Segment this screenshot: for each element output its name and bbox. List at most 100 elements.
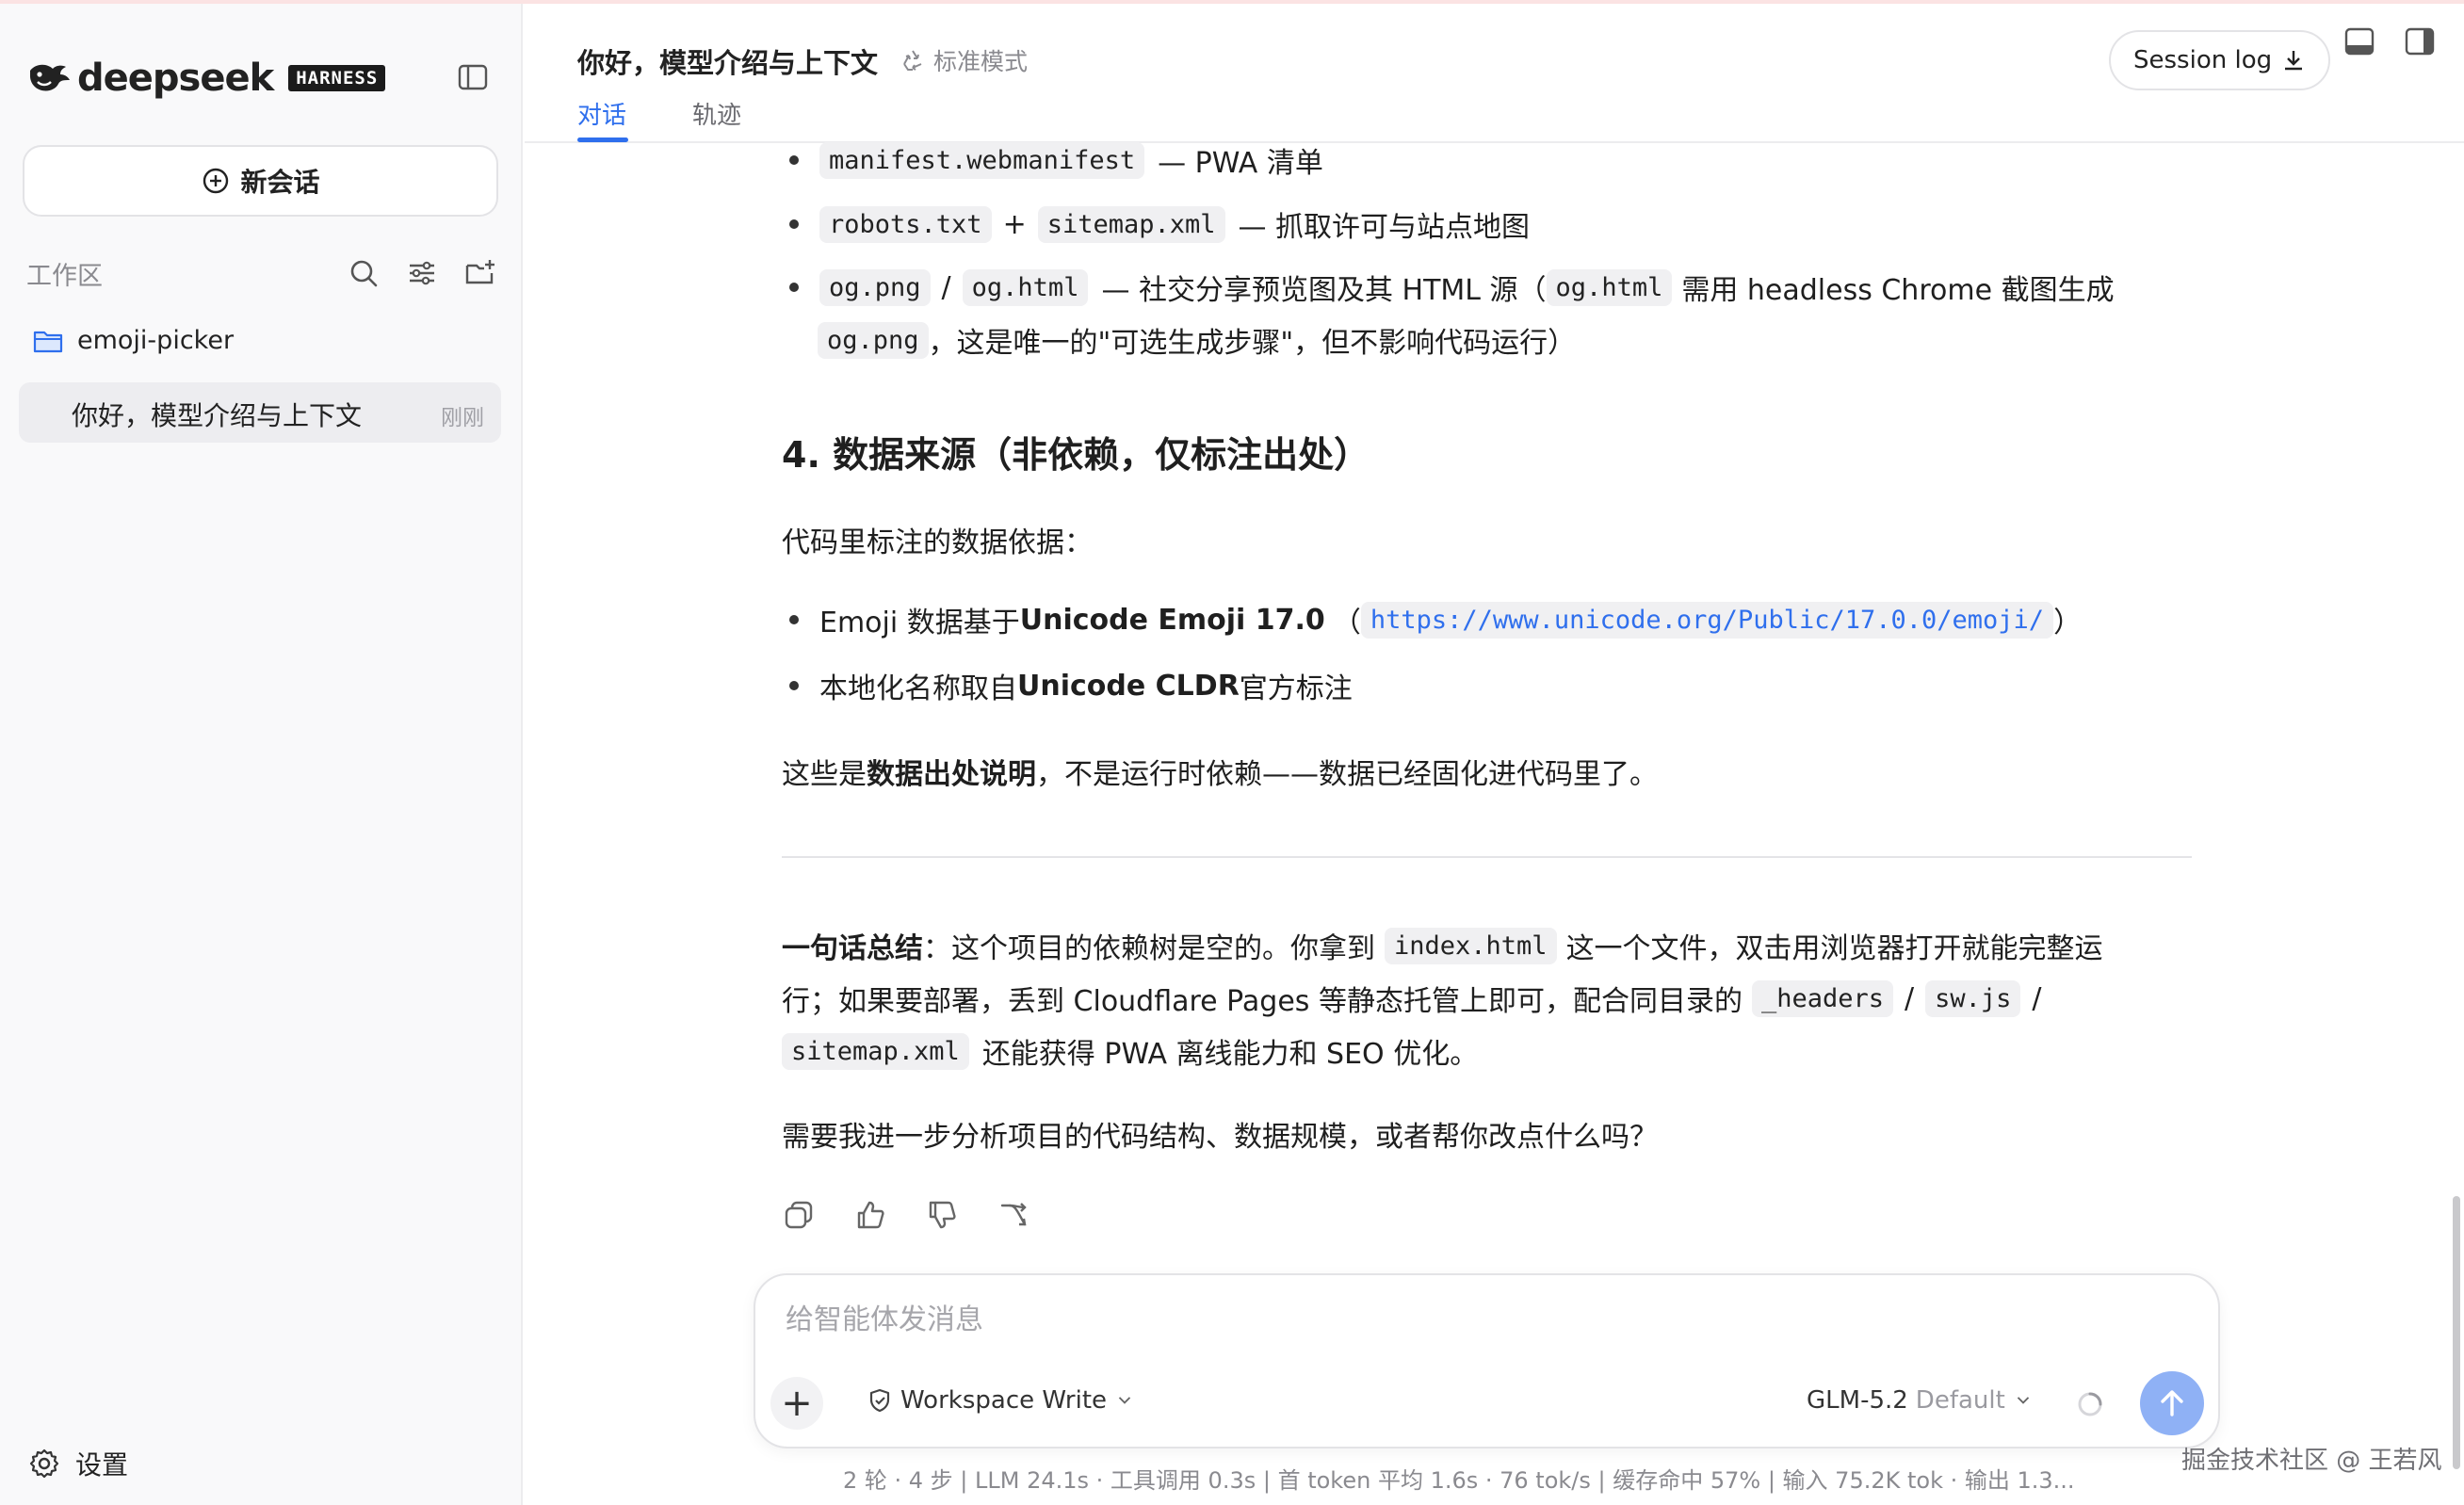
settings-label: 设置 — [75, 1449, 129, 1481]
message-composer: + Workspace Write GLM-5.2 Default — [754, 1273, 2220, 1448]
summary-text: 还能获得 PWA 离线能力和 SEO 优化。 — [981, 1038, 1479, 1071]
bullet-dot — [789, 155, 799, 165]
bullet-text: 需用 headless Chrome 截图生成 — [1681, 274, 2115, 307]
chat-header: 你好，模型介绍与上下文 标准模式 对话 轨迹 Session log — [525, 4, 2464, 143]
thumbs-up-icon[interactable] — [853, 1198, 887, 1232]
note-text: ，不是运行时依赖——数据已经固化进代码里了。 — [1036, 758, 1658, 791]
active-tab-indicator — [577, 138, 628, 142]
message-actions — [782, 1198, 1030, 1232]
bold-text: 一句话总结 — [782, 932, 923, 965]
workspace-header: 工作区 — [26, 254, 497, 292]
separator-text: + — [1002, 207, 1027, 241]
sidebar-toggle-icon[interactable] — [456, 60, 490, 94]
workspace-folder[interactable]: emoji-picker — [32, 326, 234, 355]
message-input[interactable] — [786, 1303, 2180, 1336]
permission-selector[interactable]: Workspace Write — [867, 1386, 1135, 1415]
separator-text: / — [941, 270, 951, 304]
brand-logo: deepseek HARNESS — [26, 55, 386, 102]
inline-code: og.html — [962, 268, 1089, 306]
whale-logo-icon — [30, 64, 70, 91]
summary-text: ：这个项目的依赖树是空的。你拿到 — [923, 932, 1375, 965]
new-chat-button[interactable]: 新会话 — [23, 145, 498, 217]
list-item: Emoji 数据基于 Unicode Emoji 17.0 （ https://… — [782, 599, 2082, 640]
inline-code: sitemap.xml — [1037, 205, 1225, 243]
session-item[interactable]: 你好，模型介绍与上下文 刚刚 — [19, 382, 501, 443]
filter-sliders-icon[interactable] — [405, 256, 439, 290]
model-name: GLM-5.2 — [1807, 1386, 1908, 1415]
right-panel-toggle-icon[interactable] — [2403, 24, 2437, 58]
list-item: og.png / og.html — 社交分享预览图及其 HTML 源（ og.… — [782, 267, 2115, 308]
note-text: 这些是 — [782, 758, 867, 791]
model-selector[interactable]: GLM-5.2 Default — [1807, 1386, 2034, 1415]
sidebar: deepseek HARNESS 新会话 工作区 emoji-picker 你好… — [0, 4, 523, 1505]
source-link[interactable]: https://www.unicode.org/Public/17.0.0/em… — [1360, 601, 2054, 639]
new-folder-icon[interactable] — [463, 256, 497, 290]
session-log-button[interactable]: Session log — [2109, 30, 2331, 90]
folder-name: emoji-picker — [77, 326, 235, 355]
inline-code: _headers — [1751, 979, 1894, 1017]
summary-text: 行；如果要部署，丢到 Cloudflare Pages 等静态托管上即可，配合同… — [782, 985, 1743, 1018]
inline-code: og.png — [819, 268, 931, 306]
workspace-label: 工作区 — [26, 261, 103, 291]
session-title: 你好，模型介绍与上下文 — [72, 400, 363, 431]
summary-line: sitemap.xml 还能获得 PWA 离线能力和 SEO 优化。 — [782, 1030, 1478, 1072]
send-button[interactable] — [2140, 1371, 2204, 1435]
bullet-text: ） — [2053, 607, 2083, 639]
folder-icon — [33, 331, 63, 352]
list-item-continuation: og.png ，这是唯一的"可选生成步骤"，但不影响代码运行） — [818, 319, 1576, 361]
chat-content: manifest.webmanifest — PWA 清单 robots.txt… — [782, 141, 2195, 1273]
attach-button[interactable]: + — [770, 1377, 823, 1430]
separator-text: / — [1905, 981, 1915, 1015]
separator-text: / — [2032, 981, 2042, 1015]
bold-text: Unicode Emoji 17.0 — [1019, 603, 1325, 637]
inline-code: og.html — [1546, 268, 1673, 306]
scrollbar[interactable] — [2453, 1196, 2460, 1469]
list-item: manifest.webmanifest — PWA 清单 — [782, 139, 1323, 181]
session-log-label: Session log — [2133, 46, 2273, 74]
bullet-text: ，这是唯一的"可选生成步骤"，但不影响代码运行） — [928, 327, 1577, 360]
tab-conversation[interactable]: 对话 — [577, 96, 626, 131]
inline-code: manifest.webmanifest — [819, 141, 1145, 179]
branch-icon[interactable] — [997, 1198, 1030, 1232]
loading-spinner-icon — [2078, 1392, 2102, 1416]
list-item: robots.txt + sitemap.xml — 抓取许可与站点地图 — [782, 203, 1530, 245]
chevron-down-icon — [1118, 1397, 1131, 1404]
bottom-panel-toggle-icon[interactable] — [2342, 24, 2376, 58]
model-tag: Default — [1915, 1386, 2005, 1415]
mode-label: 标准模式 — [933, 48, 1029, 75]
paragraph: 这些是数据出处说明，不是运行时依赖——数据已经固化进代码里了。 — [782, 751, 1658, 792]
bold-text: Unicode CLDR — [1017, 669, 1240, 703]
paragraph: 需要我进一步分析项目的代码结构、数据规模，或者帮你改点什么吗？ — [782, 1121, 1658, 1154]
summary-text: 这一个文件，双击用浏览器打开就能完整运 — [1565, 932, 2103, 965]
bullet-text: — PWA 清单 — [1158, 147, 1323, 180]
recycle-mode-icon — [903, 50, 922, 71]
list-item: 本地化名称取自 Unicode CLDR 官方标注 — [782, 665, 1353, 706]
bullet-text: Emoji 数据基于 — [819, 607, 1020, 639]
inline-code: sw.js — [1925, 979, 2021, 1017]
session-time: 刚刚 — [441, 406, 484, 430]
inline-code: sitemap.xml — [782, 1032, 969, 1070]
tab-trace[interactable]: 轨迹 — [692, 96, 741, 131]
chevron-down-icon — [2017, 1397, 2029, 1404]
paragraph: 代码里标注的数据依据： — [782, 526, 1093, 559]
inline-code: og.png — [818, 321, 929, 359]
brand-name: deepseek — [77, 57, 274, 100]
bold-text: 数据出处说明 — [867, 758, 1036, 791]
divider — [782, 856, 2192, 858]
brand-badge: HARNESS — [288, 65, 386, 91]
new-chat-label: 新会话 — [240, 167, 320, 198]
search-icon[interactable] — [347, 256, 381, 290]
section-heading: 4. 数据来源（非依赖，仅标注出处） — [782, 434, 1370, 476]
bullet-dot — [789, 219, 799, 229]
permission-label: Workspace Write — [900, 1386, 1108, 1415]
bullet-text: — 抓取许可与站点地图 — [1238, 211, 1531, 244]
bullet-text: — 社交分享预览图及其 HTML 源（ — [1101, 274, 1547, 307]
thumbs-down-icon[interactable] — [925, 1198, 959, 1232]
settings-button[interactable]: 设置 — [28, 1445, 128, 1482]
watermark: 掘金技术社区 @ 王若风 — [2181, 1447, 2442, 1475]
plus-circle-icon — [203, 168, 229, 194]
bullet-text: （ — [1332, 607, 1361, 639]
bullet-text: 官方标注 — [1239, 672, 1353, 705]
mode-tag[interactable]: 标准模式 — [900, 43, 1028, 77]
copy-icon[interactable] — [782, 1198, 816, 1232]
